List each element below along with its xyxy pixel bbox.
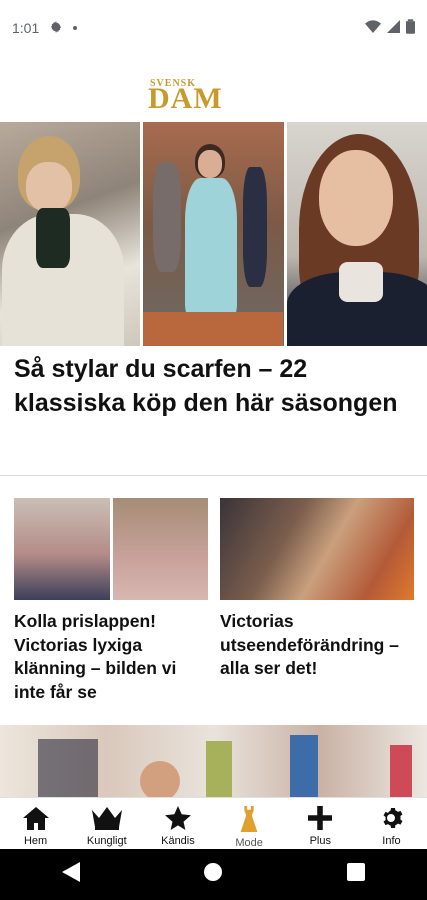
home-icon [22, 806, 50, 833]
hero-headline[interactable]: Så stylar du scarfen – 22 klassiska köp … [14, 352, 414, 420]
gear-icon [378, 806, 404, 833]
article-photo [220, 498, 414, 600]
nav-item-label: Plus [309, 835, 331, 847]
nav-item-kungligt[interactable]: Kungligt [71, 798, 142, 849]
nav-item-label: Kungligt [86, 835, 127, 847]
signal-icon [387, 20, 400, 36]
hero-photo-1 [0, 122, 141, 346]
wifi-icon [365, 19, 381, 37]
hero-photo-2 [143, 122, 284, 346]
crown-icon [90, 806, 124, 833]
logo-line2: DAM [148, 82, 223, 115]
plus-icon [307, 806, 333, 833]
nav-item-kandis[interactable]: Kändis [142, 798, 213, 849]
article-card[interactable]: Victorias utseendeförändring – alla ser … [220, 498, 414, 681]
article-card-image [220, 498, 414, 600]
article-photo [14, 498, 110, 600]
status-time: 1:01 [12, 20, 40, 36]
battery-icon [406, 19, 415, 37]
nav-item-plus[interactable]: Plus [285, 798, 356, 849]
status-bar: 1:01 [0, 0, 427, 56]
star-icon [164, 806, 192, 833]
notification-dot-icon [73, 26, 78, 30]
nav-item-label: Kändis [161, 835, 195, 847]
bottom-navigation: Hem Kungligt Kändis Mode Plus Info [0, 797, 427, 849]
nav-item-label: Hem [23, 835, 48, 847]
article-card-image [14, 498, 208, 600]
home-circle-icon[interactable] [203, 862, 223, 887]
nav-item-label: Info [382, 835, 401, 847]
nav-item-info[interactable]: Info [356, 798, 427, 849]
settings-status-icon [49, 20, 63, 37]
nav-item-mode[interactable]: Mode [214, 798, 285, 849]
back-icon[interactable] [61, 862, 80, 887]
nav-item-label: Mode [235, 837, 263, 849]
article-card[interactable]: Kolla prislappen! Victorias lyxiga klänn… [14, 498, 208, 704]
brand-logo[interactable]: SVENSK DAM [0, 76, 427, 116]
article-photo [112, 498, 208, 600]
hero-image[interactable] [0, 122, 427, 346]
dress-icon [237, 806, 261, 835]
article-card-title[interactable]: Victorias utseendeförändring – alla ser … [220, 610, 414, 681]
system-navigation-bar [0, 849, 427, 900]
divider [0, 475, 427, 476]
hero-photo-3 [286, 122, 427, 346]
nav-item-hem[interactable]: Hem [0, 798, 71, 849]
article-preview-image[interactable] [0, 725, 427, 797]
recents-icon[interactable] [347, 863, 366, 886]
article-card-title[interactable]: Kolla prislappen! Victorias lyxiga klänn… [14, 610, 208, 704]
